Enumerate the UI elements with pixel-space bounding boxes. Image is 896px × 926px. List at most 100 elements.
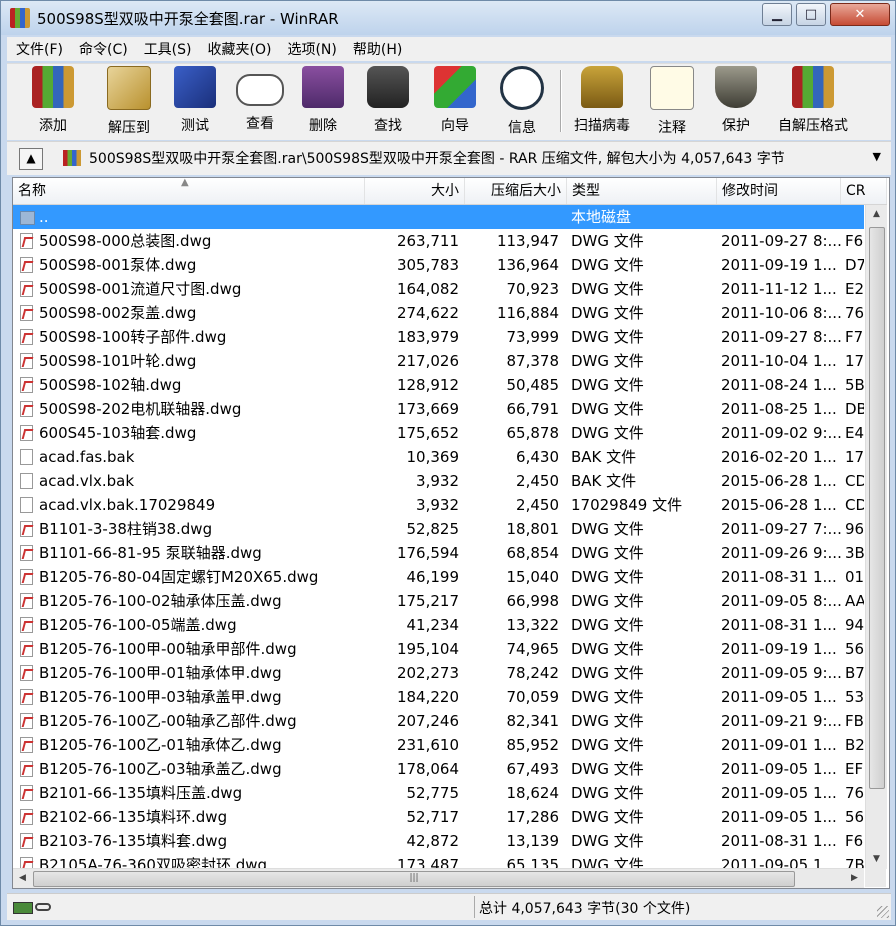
column-crc[interactable]: CR	[841, 178, 887, 204]
file-row[interactable]: 500S98-001流道尺寸图.dwg 164,082 70,923 DWG 文件 20…	[13, 277, 864, 301]
cell-size	[365, 205, 459, 229]
file-row[interactable]: 500S98-002泵盖.dwg 274,622 116,884 DWG 文件 2011…	[13, 301, 864, 325]
cell-modified: 2011-09-27 7:...	[721, 520, 841, 538]
delete-icon	[302, 66, 344, 108]
file-row[interactable]: 500S98-100转子部件.dwg 183,979 73,999 DWG 文件 201…	[13, 325, 864, 349]
file-row[interactable]: 500S98-101叶轮.dwg 217,026 87,378 DWG 文件 2011-…	[13, 349, 864, 373]
test-button[interactable]: 测试	[165, 66, 225, 136]
file-row[interactable]: B2105A-76-360双吸密封环.dwg 173,487 65,135 DWG 文…	[13, 853, 864, 869]
cell-type: DWG 文件	[571, 856, 644, 869]
cell-crc: F7	[845, 328, 864, 346]
menu-file[interactable]: 文件(F)	[7, 39, 70, 59]
horizontal-scroll-thumb[interactable]: |||	[33, 871, 795, 887]
column-name[interactable]: 名称 ▲	[13, 178, 365, 204]
scroll-right-icon[interactable]: ▶	[845, 869, 864, 888]
file-row[interactable]: acad.vlx.bak.17029849 3,932 2,450 17029849 …	[13, 493, 864, 517]
cell-packed: 65,135	[506, 856, 560, 869]
status-text: 总计 4,057,643 字节(30 个文件)	[479, 901, 691, 917]
file-row[interactable]: .. 本地磁盘	[13, 205, 864, 229]
file-row[interactable]: B1205-76-100-05端盖.dwg 41,234 13,322 DWG 文件 2…	[13, 613, 864, 637]
file-row[interactable]: B1205-76-100甲-00轴承甲部件.dwg 195,104 74,965 DW…	[13, 637, 864, 661]
delete-button[interactable]: 删除	[293, 66, 353, 136]
resize-grip-icon[interactable]	[877, 906, 889, 918]
file-row[interactable]: B2101-66-135填料压盖.dwg 52,775 18,624 DWG 文件 20…	[13, 781, 864, 805]
file-row[interactable]: acad.vlx.bak 3,932 2,450 BAK 文件 2015-06-28 1…	[13, 469, 864, 493]
file-row[interactable]: 500S98-001泵体.dwg 305,783 136,964 DWG 文件 2011…	[13, 253, 864, 277]
sfx-button[interactable]: 自解压格式	[771, 66, 855, 136]
key-icon[interactable]	[35, 903, 51, 911]
view-button[interactable]: 查看	[229, 66, 291, 136]
info-button[interactable]: 信息	[489, 66, 555, 136]
file-row[interactable]: B1205-76-80-04固定螺钉M20X65.dwg 46,199 15,040…	[13, 565, 864, 589]
cell-packed: 15,040	[506, 568, 560, 586]
file-row[interactable]: B1205-76-100乙-00轴承乙部件.dwg 207,246 82,341 DW…	[13, 709, 864, 733]
cell-type: DWG 文件	[571, 400, 644, 418]
file-row[interactable]: 500S98-102轴.dwg 128,912 50,485 DWG 文件 2011-0…	[13, 373, 864, 397]
file-row[interactable]: 500S98-000总装图.dwg 263,711 113,947 DWG 文件 201…	[13, 229, 864, 253]
horizontal-scrollbar[interactable]: ◀ ||| ▶	[13, 868, 864, 888]
file-row[interactable]: B1205-76-100甲-01轴承体甲.dwg 202,273 78,242 DWG…	[13, 661, 864, 685]
address-combo[interactable]: 500S98S型双吸中开泵全套图.rar\500S98S型双吸中开泵全套图 - …	[57, 146, 887, 170]
cell-packed: 136,964	[496, 256, 559, 274]
add-button[interactable]: 添加	[17, 66, 89, 136]
find-button[interactable]: 查找	[357, 66, 419, 136]
scroll-down-icon[interactable]: ▼	[867, 850, 886, 869]
wizard-button[interactable]: 向导	[423, 66, 487, 136]
menu-help[interactable]: 帮助(H)	[344, 39, 409, 59]
cell-crc: B2	[845, 736, 864, 754]
scroll-left-icon[interactable]: ◀	[13, 869, 32, 888]
minimize-button[interactable]: ▁	[762, 3, 792, 26]
chevron-down-icon[interactable]: ▼	[873, 150, 881, 163]
maximize-button[interactable]: □	[796, 3, 826, 26]
cell-crc: CD	[845, 472, 864, 490]
dwg-file-icon	[20, 305, 33, 321]
file-row[interactable]: B2103-76-135填料套.dwg 42,872 13,139 DWG 文件 201…	[13, 829, 864, 853]
vertical-scroll-thumb[interactable]	[869, 227, 885, 789]
close-button[interactable]: ✕	[830, 3, 890, 26]
cell-type: DWG 文件	[571, 280, 644, 298]
virus-scan-button[interactable]: 扫描病毒	[565, 66, 639, 136]
cell-modified: 2011-09-05 1...	[721, 760, 837, 778]
dwg-file-icon	[20, 665, 33, 681]
scroll-up-icon[interactable]: ▲	[867, 205, 886, 224]
up-folder-button[interactable]: ▲	[19, 148, 43, 170]
drive-icon[interactable]	[13, 902, 33, 914]
extract-to-button[interactable]: 解压到	[93, 66, 165, 136]
cell-packed: 13,139	[506, 832, 560, 850]
file-row[interactable]: B1205-76-100-02轴承体压盖.dwg 175,217 66,998 DWG…	[13, 589, 864, 613]
file-row[interactable]: acad.fas.bak 10,369 6,430 BAK 文件 2016-02-20 …	[13, 445, 864, 469]
column-modified[interactable]: 修改时间	[717, 178, 841, 204]
file-row[interactable]: B1205-76-100乙-01轴承体乙.dwg 231,610 85,952 DWG…	[13, 733, 864, 757]
menu-favorites[interactable]: 收藏夹(O)	[199, 39, 279, 59]
dwg-file-icon	[20, 569, 33, 585]
file-row[interactable]: B1101-3-38柱销38.dwg 52,825 18,801 DWG 文件 2011…	[13, 517, 864, 541]
menu-bar: 文件(F) 命令(C) 工具(S) 收藏夹(O) 选项(N) 帮助(H)	[7, 37, 891, 61]
cell-packed: 17,286	[506, 808, 560, 826]
comment-button[interactable]: 注释	[641, 66, 703, 136]
column-packed[interactable]: 压缩后大小	[465, 178, 567, 204]
file-row[interactable]: 600S45-103轴套.dwg 175,652 65,878 DWG 文件 2011-…	[13, 421, 864, 445]
minimize-icon: ▁	[772, 7, 782, 22]
list-header: 名称 ▲ 大小 压缩后大小 类型 修改时间 CR	[13, 178, 887, 205]
file-row[interactable]: 500S98-202电机联轴器.dwg 173,669 66,791 DWG 文件 20…	[13, 397, 864, 421]
vertical-scrollbar[interactable]: ▲ ▼	[865, 205, 887, 869]
cell-size: 175,217	[396, 592, 459, 610]
file-row[interactable]: B1205-76-100甲-03轴承盖甲.dwg 184,220 70,059 DWG…	[13, 685, 864, 709]
cell-name: B1101-3-38柱销38.dwg	[39, 520, 213, 538]
dwg-file-icon	[20, 761, 33, 777]
protect-button[interactable]: 保护	[705, 66, 767, 136]
cell-size: 178,064	[396, 760, 459, 778]
file-list[interactable]: 名称 ▲ 大小 压缩后大小 类型 修改时间 CR .. 本地磁盘 500S98-000…	[12, 177, 890, 889]
cell-size: 128,912	[396, 376, 459, 394]
file-row[interactable]: B1101-66-81-95 泵联轴器.dwg 176,594 68,854 DWG …	[13, 541, 864, 565]
file-row[interactable]: B2102-66-135填料环.dwg 52,717 17,286 DWG 文件 201…	[13, 805, 864, 829]
column-size[interactable]: 大小	[365, 178, 465, 204]
column-type[interactable]: 类型	[567, 178, 717, 204]
menu-command[interactable]: 命令(C)	[70, 39, 135, 59]
cell-crc: E4	[845, 424, 864, 442]
menu-options[interactable]: 选项(N)	[278, 39, 343, 59]
cell-name: 600S45-103轴套.dwg	[39, 424, 197, 442]
wizard-icon	[434, 66, 476, 108]
menu-tools[interactable]: 工具(S)	[135, 39, 199, 59]
file-row[interactable]: B1205-76-100乙-03轴承盖乙.dwg 178,064 67,493 DWG…	[13, 757, 864, 781]
